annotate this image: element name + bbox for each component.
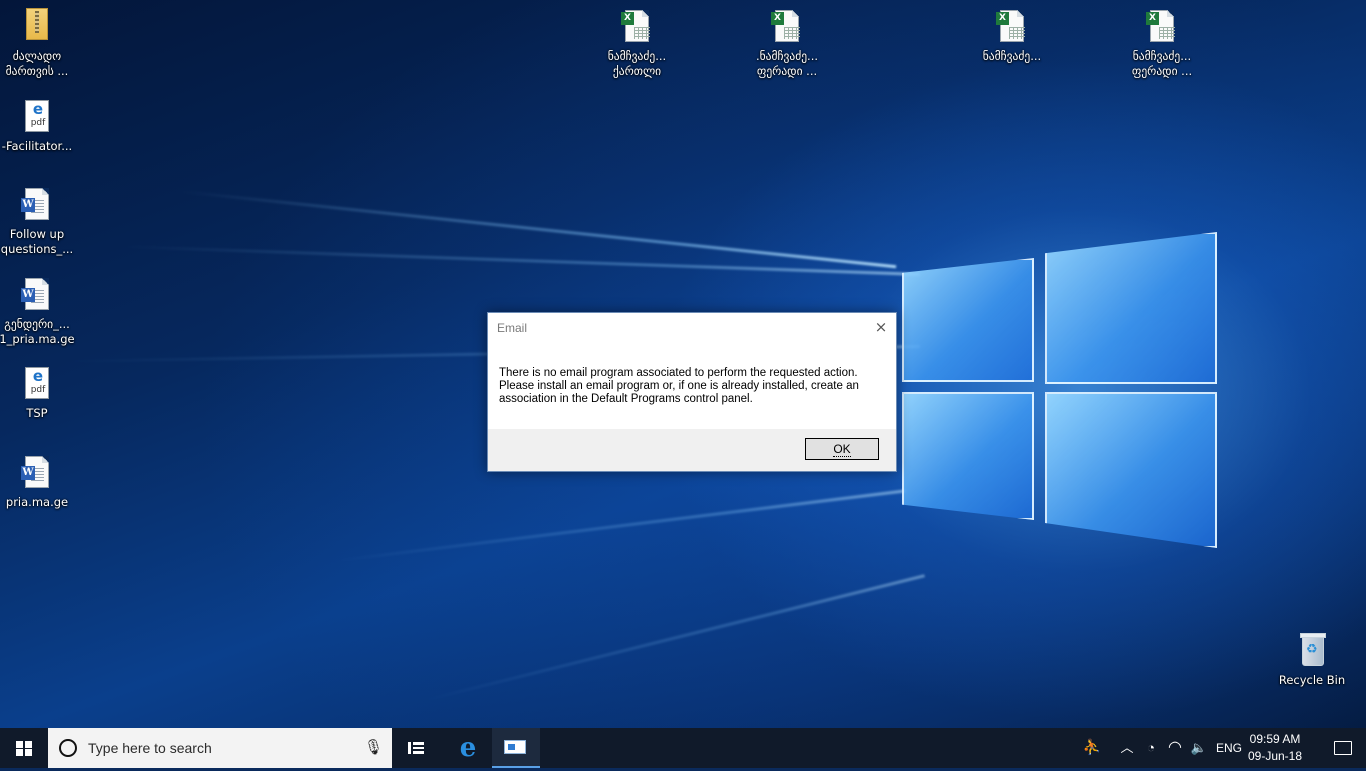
desktop-icon-label: Recycle Bin <box>1278 673 1346 687</box>
desktop-icon-label: ძალადო მართვის ... <box>5 49 69 78</box>
desktop-icon-excel-kartli[interactable]: X ნამჩვაძე... ქართლი <box>598 8 676 79</box>
edge-icon: e <box>459 733 477 763</box>
desktop-icon-label: Follow up questions_... <box>0 227 74 256</box>
search-input[interactable]: Type here to search <box>88 740 212 756</box>
notification-icon <box>1334 741 1352 755</box>
desktop-icon-excel-3[interactable]: X ნამჩვაძე... <box>973 8 1051 64</box>
close-icon[interactable]: × <box>872 318 890 336</box>
ok-button[interactable]: OK <box>805 438 879 460</box>
clock[interactable]: 09:59 AM 09-Jun-18 <box>1244 731 1306 765</box>
pdf-file-icon: e pdf <box>21 365 53 403</box>
language-indicator[interactable]: ENG <box>1212 728 1246 768</box>
wifi-icon[interactable]: ◠ <box>1164 728 1186 768</box>
excel-file-icon: X <box>996 8 1028 46</box>
desktop-icon-label: pria.ma.ge <box>5 495 69 509</box>
search-box[interactable]: Type here to search 🎙 <box>48 728 392 768</box>
task-view-icon <box>408 742 424 754</box>
desktop-icon-recycle-bin[interactable]: Recycle Bin <box>1273 632 1351 688</box>
wallpaper-logo-pane <box>1045 392 1217 548</box>
desktop-icon-gender[interactable]: W გენდერი_... 1_pria.ma.ge <box>0 276 76 347</box>
clock-time: 09:59 AM <box>1249 732 1301 746</box>
ok-button-label: OK <box>833 442 851 457</box>
desktop-icon-facilitator[interactable]: e pdf -Facilitator... <box>0 98 76 154</box>
email-dialog: Email × There is no email program associ… <box>487 312 897 472</box>
wallpaper-beam <box>179 190 897 269</box>
desktop: ძალადო მართვის ... e pdf -Facilitator... … <box>0 0 1366 728</box>
desktop-icon-pria[interactable]: W pria.ma.ge <box>0 454 76 510</box>
desktop-icon-label: -Facilitator... <box>1 139 73 153</box>
word-file-icon: W <box>21 276 53 314</box>
word-file-icon: W <box>21 454 53 492</box>
network-icon[interactable]: ◔ <box>1140 728 1162 768</box>
desktop-icon-label: .ნამჩვაძე... ფერადი ... <box>755 49 819 78</box>
desktop-icon-label: TSP <box>26 406 48 420</box>
edge-button[interactable]: e <box>444 728 492 768</box>
excel-file-icon: X <box>1146 8 1178 46</box>
task-view-button[interactable] <box>392 728 440 768</box>
desktop-icon-label: ნამჩვაძე... ქართლი <box>607 49 667 78</box>
pdf-file-icon: e pdf <box>21 98 53 136</box>
excel-file-icon: X <box>621 8 653 46</box>
volume-icon[interactable]: 🔈 <box>1188 728 1210 768</box>
chevron-up-icon[interactable]: ︿ <box>1116 728 1138 768</box>
people-icon[interactable]: ⛹ <box>1080 728 1104 768</box>
desktop-icon-excel-color-2[interactable]: X ნამჩვაძე... ფერადი ... <box>1123 8 1201 79</box>
dialog-title: Email <box>497 321 528 335</box>
wallpaper-logo-pane <box>1045 232 1217 384</box>
windows-logo-icon <box>16 741 32 756</box>
cortana-icon <box>59 739 77 757</box>
wallpaper-beam <box>119 245 920 276</box>
recycle-bin-icon <box>1296 632 1328 670</box>
wallpaper-logo-pane <box>902 392 1034 520</box>
dialog-message: There is no email program associated to … <box>499 367 859 405</box>
taskbar: Type here to search 🎙 e ⛹ ︿ ◔ ◠ 🔈 ENG 09… <box>0 728 1366 768</box>
desktop-icon-excel-color-1[interactable]: X .ნამჩვაძე... ფერადი ... <box>748 8 826 79</box>
zip-file-icon <box>21 8 53 46</box>
desktop-icon-label: ნამჩვაძე... ფერადი ... <box>1131 49 1193 78</box>
start-button[interactable] <box>0 728 48 768</box>
dialog-footer: OK <box>488 429 896 471</box>
clock-date: 09-Jun-18 <box>1247 749 1303 763</box>
action-center-button[interactable] <box>1318 728 1366 768</box>
wallpaper-beam <box>329 489 906 563</box>
word-file-icon: W <box>21 186 53 224</box>
excel-file-icon: X <box>771 8 803 46</box>
wallpaper-logo-pane <box>902 258 1034 382</box>
app-window-icon <box>504 740 526 754</box>
desktop-icon-label: გენდერი_... 1_pria.ma.ge <box>0 317 75 346</box>
microphone-icon[interactable]: 🎙 <box>364 738 383 758</box>
active-app-button[interactable] <box>492 728 540 768</box>
desktop-icon-follow-up[interactable]: W Follow up questions_... <box>0 186 76 257</box>
desktop-icon-tsp[interactable]: e pdf TSP <box>0 365 76 421</box>
desktop-icon-zip[interactable]: ძალადო მართვის ... <box>0 8 76 79</box>
wallpaper-beam <box>419 574 925 703</box>
desktop-icon-label: ნამჩვაძე... <box>982 49 1042 63</box>
